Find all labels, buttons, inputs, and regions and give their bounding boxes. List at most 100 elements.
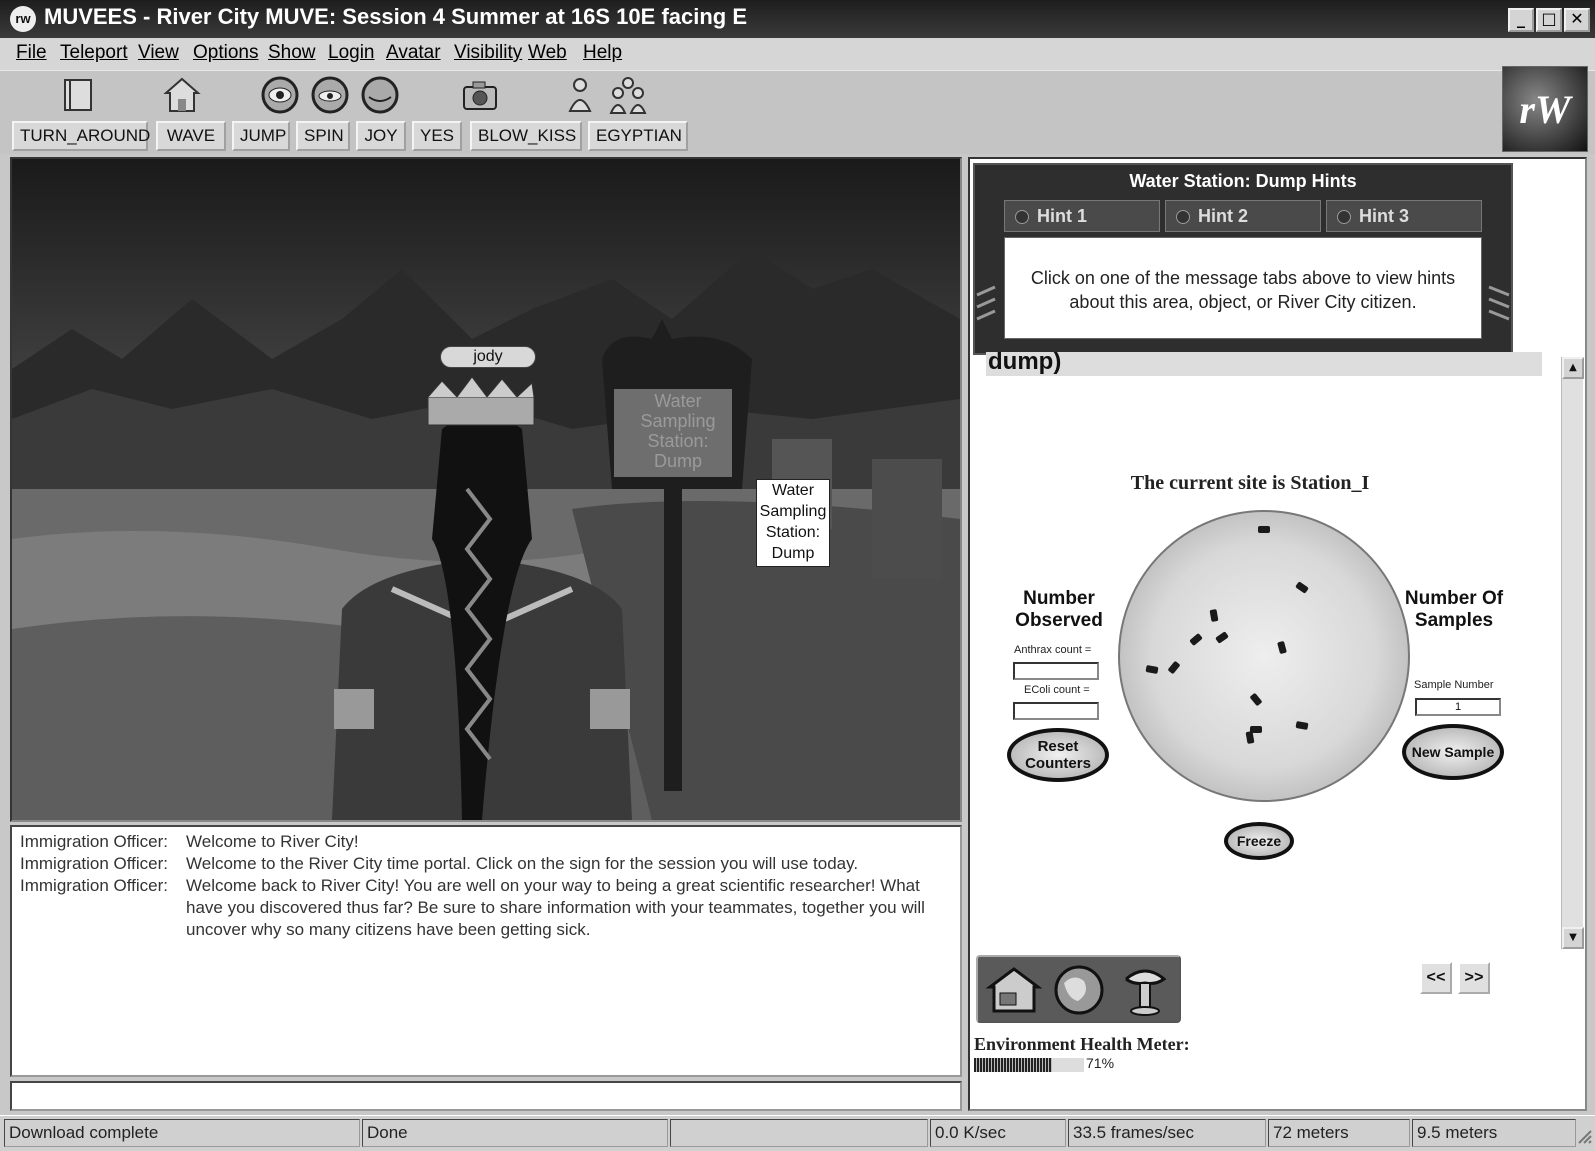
menu-web[interactable]: Web [528,42,567,64]
brand-logo: rW [1502,66,1588,152]
menu-view[interactable]: View [138,42,179,64]
hints-frame-left-ornament [976,285,996,321]
status-bar: Download complete Done 0.0 K/sec 33.5 fr… [0,1115,1595,1151]
tab-hint-2[interactable]: Hint 2 [1165,200,1321,232]
colony-marker [1258,526,1270,533]
ecoli-count-field[interactable] [1013,702,1099,720]
colony-marker [1145,665,1159,674]
radio-dot-icon [1176,210,1190,224]
content-scrollbar[interactable]: ▲ ▼ [1561,357,1584,949]
colony-marker [1277,640,1287,655]
emote-turn-around-button[interactable]: TURN_AROUND [12,121,150,151]
colony-marker [1295,721,1309,730]
status-transfer-rate: 0.0 K/sec [930,1119,1066,1147]
sample-number-label: Sample Number [1414,679,1494,691]
hints-frame-right-ornament [1488,285,1510,321]
eye-first-person-icon[interactable] [260,75,300,115]
emote-blow-kiss-button[interactable]: BLOW_KISS [470,121,582,151]
ecoli-label: EColi count = [1024,684,1090,696]
next-page-button[interactable]: >> [1458,962,1490,994]
emote-spin-button[interactable]: SPIN [296,121,350,151]
menu-visibility[interactable]: Visibility [454,42,522,64]
sign-board-text: Water Sampling Station: Dump [640,391,716,471]
chat-message: Immigration Officer: Welcome to the Rive… [20,853,952,875]
new-sample-button[interactable]: New Sample [1402,724,1504,780]
sign-tooltip-label[interactable]: Water Sampling Station: Dump [756,479,830,567]
chat-text: Welcome back to River City! You are well… [186,876,925,939]
menu-help[interactable]: Help [583,42,622,64]
hints-title: Water Station: Dump Hints [1129,171,1357,191]
freeze-button[interactable]: Freeze [1224,822,1294,860]
menu-avatar[interactable]: Avatar [386,42,441,64]
emote-egyptian-button[interactable]: EGYPTIAN [588,121,688,151]
emote-wave-button[interactable]: WAVE [156,121,226,151]
reset-counters-button[interactable]: Reset Counters [1007,728,1109,782]
menu-show[interactable]: Show [268,42,316,64]
title-bar: rw MUVEES - River City MUVE: Session 4 S… [0,0,1595,38]
chat-text: Welcome to River City! [186,832,359,851]
previous-page-button[interactable]: << [1420,962,1452,994]
window-title: MUVEES - River City MUVE: Session 4 Summ… [44,4,748,29]
home-icon[interactable] [162,75,202,115]
petri-dish[interactable] [1118,510,1410,802]
app-logo-icon: rw [10,6,36,32]
content-heading: dump) [986,352,1542,376]
eye-over-shoulder-icon[interactable] [310,75,350,115]
tab-hint-3-label: Hint 3 [1359,206,1410,226]
health-meter-fill [974,1058,1053,1072]
radio-dot-icon [1015,210,1029,224]
sample-number-field[interactable]: 1 [1415,698,1501,716]
emote-joy-button[interactable]: JOY [356,121,406,151]
site-title: The current site is Station_I [1130,472,1370,494]
eye-overhead-icon[interactable] [360,75,400,115]
maximize-button[interactable]: □ [1536,8,1562,32]
emote-jump-button[interactable]: JUMP [232,121,290,151]
status-distance-2: 9.5 meters [1412,1119,1576,1147]
chat-speaker: Immigration Officer: [20,832,169,851]
scroll-down-icon[interactable]: ▼ [1562,927,1584,949]
samples-heading: Number Of Samples [1404,588,1504,631]
chat-log[interactable]: Immigration Officer: Welcome to River Ci… [10,825,962,1077]
menu-bar: File Teleport View Options Show Login Av… [0,38,1595,70]
tab-hint-2-label: Hint 2 [1198,206,1249,226]
toolbar: TURN_AROUND WAVE JUMP SPIN JOY YES BLOW_… [0,70,1595,154]
emote-yes-button[interactable]: YES [412,121,462,151]
menu-options[interactable]: Options [193,42,258,64]
chat-input[interactable] [10,1081,962,1111]
menu-file[interactable]: File [16,42,47,64]
radio-dot-icon [1337,210,1351,224]
resize-grip-icon[interactable] [1576,1128,1592,1144]
anthrax-count-field[interactable] [1013,662,1099,680]
chat-speaker: Immigration Officer: [20,854,169,873]
anthrax-label: Anthrax count = [1014,644,1092,656]
chat-message: Immigration Officer: Welcome to River Ci… [20,831,952,853]
observed-heading: Number Observed [1015,588,1103,631]
colony-marker [1250,726,1262,733]
house-icon[interactable] [984,963,1042,1017]
3d-viewport[interactable]: jody Water Sampling Station: Dump Water … [10,157,962,822]
avatar-name-tag: jody [440,346,536,368]
scroll-up-icon[interactable]: ▲ [1562,357,1584,379]
colony-marker [1167,660,1181,675]
chat-text: Welcome to the River City time portal. C… [186,854,859,873]
tab-hint-1-label: Hint 1 [1037,206,1088,226]
status-download: Download complete [4,1119,360,1147]
colony-marker [1249,692,1263,707]
chat-speaker: Immigration Officer: [20,876,169,895]
navigation-icon-bar [976,955,1181,1023]
health-meter-bar [974,1058,1084,1072]
minimize-button[interactable]: _ [1508,8,1534,32]
single-avatar-icon[interactable] [560,75,600,115]
group-avatars-icon[interactable] [608,75,648,115]
menu-login[interactable]: Login [328,42,375,64]
notebook-icon[interactable] [58,75,98,115]
health-meter-percent: 71% [1086,1055,1115,1071]
camera-icon[interactable] [460,75,500,115]
microscope-icon[interactable] [1116,963,1174,1017]
tab-hint-3[interactable]: Hint 3 [1326,200,1482,232]
status-empty [670,1119,928,1147]
close-button[interactable]: ✕ [1564,8,1590,32]
menu-teleport[interactable]: Teleport [60,42,128,64]
tab-hint-1[interactable]: Hint 1 [1004,200,1160,232]
globe-icon[interactable] [1050,963,1108,1017]
